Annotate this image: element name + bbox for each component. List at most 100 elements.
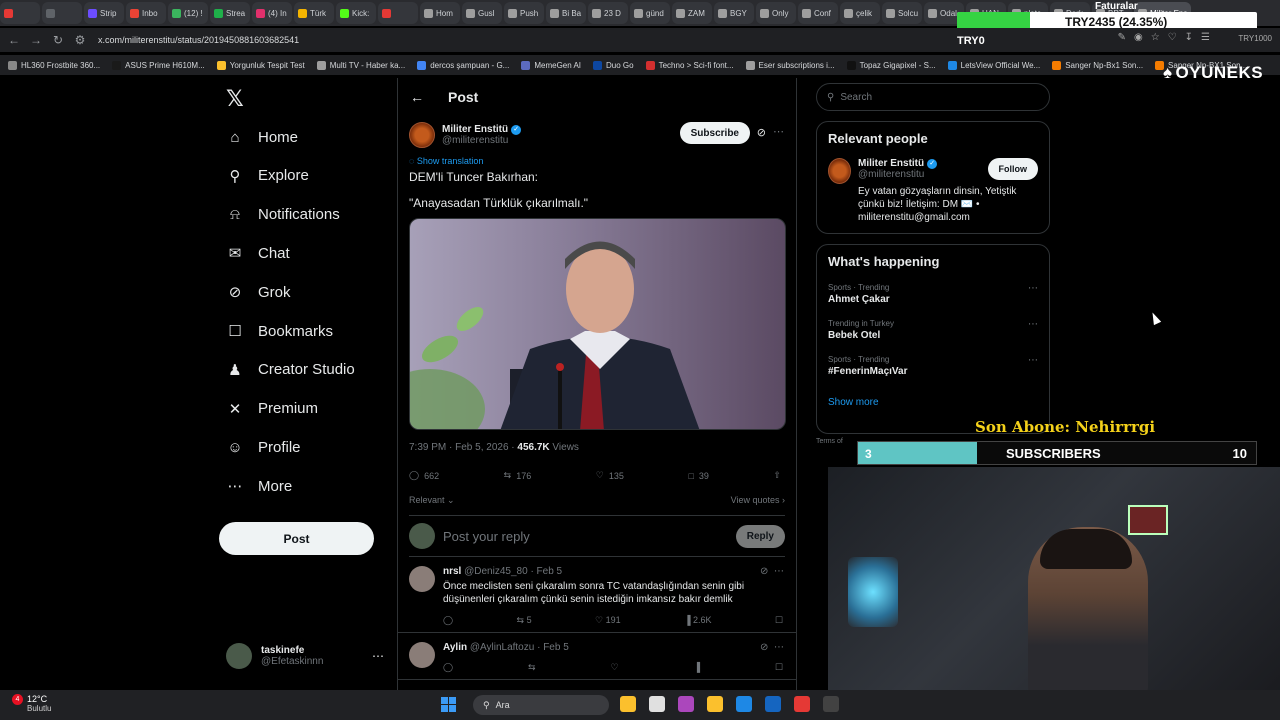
author-handle[interactable]: @militerenstitu bbox=[442, 135, 521, 146]
weather-widget[interactable]: 4 12°C Bulutlu bbox=[12, 694, 51, 713]
nav-item-explore[interactable]: ⚲ Explore bbox=[226, 161, 309, 191]
trend-item[interactable]: Sports · Trending #FenerinMaçıVar ⋯ bbox=[828, 355, 1038, 377]
author-avatar[interactable] bbox=[409, 122, 435, 148]
bookmark-item[interactable]: LetsView Official We... bbox=[947, 60, 1040, 70]
browser-tab[interactable]: Push bbox=[504, 2, 544, 24]
browser-tab[interactable]: Inbo bbox=[126, 2, 166, 24]
account-switcher[interactable]: taskinefe @Efetaskinnn ⋯ bbox=[226, 643, 384, 669]
bookmark-star-icon[interactable]: ☆ bbox=[1151, 32, 1160, 43]
reply-action[interactable]: ◯ 662 bbox=[409, 470, 439, 481]
download-icon[interactable]: ↧ bbox=[1185, 32, 1193, 43]
bookmark-item[interactable]: Yorgunluk Tespit Test bbox=[216, 60, 305, 70]
browser-tab[interactable] bbox=[378, 2, 418, 24]
trend-item[interactable]: Trending in Turkey Bebek Otel ⋯ bbox=[828, 319, 1038, 341]
edge-icon[interactable] bbox=[736, 696, 752, 712]
bookmark-item[interactable]: HL360 Frostbite 360... bbox=[8, 60, 100, 70]
nav-item-more[interactable]: ⋯ More bbox=[226, 471, 293, 501]
store-icon[interactable] bbox=[765, 696, 781, 712]
more-options-icon[interactable]: ⋯ bbox=[372, 649, 384, 663]
author-name[interactable]: Militer Enstitü bbox=[442, 124, 508, 135]
subscribe-button[interactable]: Subscribe bbox=[679, 122, 750, 144]
x-logo-icon[interactable]: 𝕏 bbox=[226, 86, 244, 112]
repost-action[interactable]: ⇆ 176 bbox=[504, 470, 532, 481]
forward-icon[interactable]: → bbox=[28, 32, 44, 48]
menu-icon[interactable]: ☰ bbox=[1201, 32, 1210, 43]
bookmark-item[interactable]: Techno > Sci-fi font... bbox=[645, 60, 734, 70]
nav-item-creator-studio[interactable]: ♟ Creator Studio bbox=[226, 355, 354, 385]
browser-tab[interactable]: günd bbox=[630, 2, 670, 24]
nav-item-bookmarks[interactable]: ☐ Bookmarks bbox=[226, 316, 333, 346]
views-action[interactable]: ▐ bbox=[694, 662, 700, 673]
browser-tab[interactable] bbox=[42, 2, 82, 24]
reply-button[interactable]: Reply bbox=[735, 525, 785, 548]
browser-tab[interactable]: Strip bbox=[84, 2, 124, 24]
bookmark-item[interactable]: dercos şampuan - G... bbox=[417, 60, 509, 70]
bookmark-icon[interactable]: ☐ bbox=[775, 662, 783, 673]
post-button[interactable]: Post bbox=[219, 522, 374, 555]
reply-tweet[interactable]: nrsl @Deniz45_80 · Feb 5 Önce meclisten s… bbox=[398, 557, 796, 633]
nav-item-profile[interactable]: ☺ Profile bbox=[226, 432, 300, 462]
nav-item-notifications[interactable]: ⍾ Notifications bbox=[226, 200, 340, 230]
nav-item-grok[interactable]: ⊘ Grok bbox=[226, 277, 291, 307]
back-arrow-icon[interactable]: ← bbox=[410, 89, 424, 105]
folder-icon[interactable] bbox=[707, 696, 723, 712]
more-options-icon[interactable]: ⋯ bbox=[1028, 283, 1038, 294]
tweet-photo[interactable] bbox=[409, 218, 786, 430]
like-action[interactable]: ♡ bbox=[611, 662, 619, 673]
browser-tab[interactable]: Kick: bbox=[336, 2, 376, 24]
person-avatar[interactable] bbox=[828, 158, 851, 184]
browser-tab[interactable]: Türk bbox=[294, 2, 334, 24]
more-options-icon[interactable]: ⋯ bbox=[774, 642, 784, 653]
browser-tab[interactable]: Strea bbox=[210, 2, 250, 24]
windows-start-icon[interactable] bbox=[441, 697, 456, 712]
share-icon[interactable]: ⇧ bbox=[773, 470, 781, 481]
edit-icon[interactable]: ✎ bbox=[1118, 32, 1126, 43]
heart-icon[interactable]: ♡ bbox=[1168, 32, 1177, 43]
back-icon[interactable]: ← bbox=[6, 32, 22, 48]
browser-tab[interactable]: Gusl bbox=[462, 2, 502, 24]
grok-icon[interactable]: ⊘ bbox=[760, 566, 768, 577]
taskview-icon[interactable] bbox=[649, 696, 665, 712]
browser-tab[interactable]: ZAM bbox=[672, 2, 712, 24]
more-options-icon[interactable]: ⋯ bbox=[1028, 319, 1038, 330]
more-options-icon[interactable]: ⋯ bbox=[1028, 355, 1038, 366]
bookmark-item[interactable]: Topaz Gigapixel - S... bbox=[846, 60, 936, 70]
more-options-icon[interactable]: ⋯ bbox=[774, 566, 784, 577]
person-name[interactable]: Militer Enstitü bbox=[858, 158, 924, 169]
browser-tab[interactable]: çelik bbox=[840, 2, 880, 24]
browser-tab[interactable]: Only bbox=[756, 2, 796, 24]
browser-tab[interactable]: Bi Ba bbox=[546, 2, 586, 24]
relevant-person[interactable]: Militer Enstitü ✓ @militerenstitu Ey vata… bbox=[828, 158, 1038, 224]
avatar[interactable] bbox=[409, 642, 435, 668]
more-options-icon[interactable]: ⋯ bbox=[773, 125, 784, 138]
reload-icon[interactable]: ↻ bbox=[50, 32, 66, 48]
bookmark-item[interactable]: Eser subscriptions i... bbox=[745, 60, 835, 70]
taskbar-search[interactable]: ⚲ Ara bbox=[473, 695, 609, 715]
browser-tab[interactable]: Conf bbox=[798, 2, 838, 24]
grok-icon[interactable]: ⊘ bbox=[760, 642, 768, 653]
nav-item-premium[interactable]: ✕ Premium bbox=[226, 394, 318, 424]
trend-item[interactable]: Sports · Trending Ahmet Çakar ⋯ bbox=[828, 283, 1038, 305]
search-input[interactable]: ⚲ Search bbox=[816, 83, 1050, 111]
reply-icon[interactable]: ◯ bbox=[443, 615, 453, 626]
grok-icon[interactable]: ⊘ bbox=[757, 126, 766, 139]
repost-action[interactable]: ⇆ 5 bbox=[517, 615, 532, 626]
browser-tab[interactable]: Solcu bbox=[882, 2, 923, 24]
bookmark-action[interactable]: □ 39 bbox=[688, 470, 708, 481]
file-icon[interactable] bbox=[620, 696, 636, 712]
like-action[interactable]: ♡ 135 bbox=[596, 470, 624, 481]
reply-tweet[interactable]: Aylin @AylinLaftozu · Feb 5 ◯ ⇆ ♡ ▐ ☐ ⊘ ⋯ bbox=[398, 633, 796, 680]
camera-icon[interactable]: ◉ bbox=[1134, 32, 1143, 43]
bookmark-icon[interactable]: ☐ bbox=[775, 615, 783, 626]
bookmark-item[interactable]: ASUS Prime H610M... bbox=[112, 60, 205, 70]
bookmark-item[interactable]: Sanger Np-Bx1 Son... bbox=[1052, 60, 1143, 70]
show-more-link[interactable]: Show more bbox=[828, 397, 1038, 408]
browser-tab[interactable]: Hom bbox=[420, 2, 460, 24]
browser-tab[interactable] bbox=[0, 2, 40, 24]
nav-item-home[interactable]: ⌂ Home bbox=[226, 122, 298, 152]
url-field[interactable]: x.com/militerenstitu/status/201945088160… bbox=[98, 35, 299, 45]
repost-action[interactable]: ⇆ bbox=[528, 662, 536, 673]
reply-author-name[interactable]: Aylin bbox=[443, 642, 467, 653]
view-quotes-link[interactable]: View quotes › bbox=[731, 495, 785, 506]
browser-tab[interactable]: (4) In bbox=[252, 2, 292, 24]
